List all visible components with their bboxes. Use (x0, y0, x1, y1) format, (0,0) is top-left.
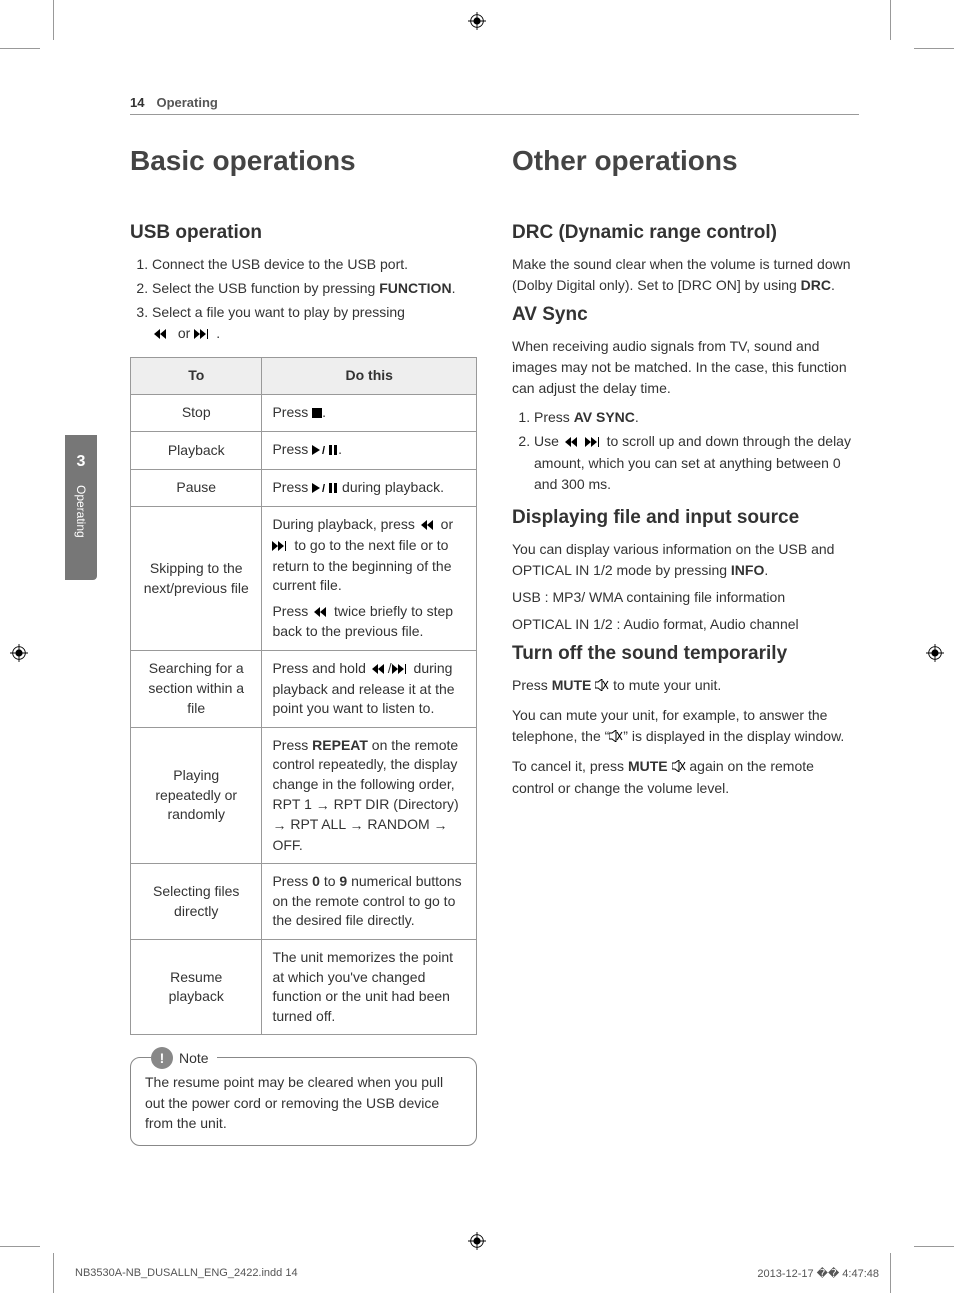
list-item: Press AV SYNC. (534, 407, 859, 428)
table-row: Selecting files directly Press 0 to 9 nu… (131, 864, 477, 940)
list-item: Select a file you want to play by pressi… (152, 302, 477, 345)
skip-forward-icon (392, 660, 410, 680)
table-row: Playback Press /. (131, 432, 477, 470)
table-row: Resume playback The unit memorizes the p… (131, 940, 477, 1035)
heading-drc: DRC (Dynamic range control) (512, 222, 859, 244)
skip-forward-icon (272, 537, 290, 557)
table-row: Searching for a section within a file Pr… (131, 650, 477, 727)
note-box: ! Note The resume point may be cleared w… (130, 1057, 477, 1146)
arrow-right-icon: → (272, 816, 286, 836)
table-row: Playing repeatedly or randomly Press REP… (131, 727, 477, 864)
avsync-steps: Press AV SYNC. Use to scroll up and down… (512, 407, 859, 495)
mute-icon (609, 727, 623, 748)
page-number: 14 (130, 95, 144, 110)
drc-text: Make the sound clear when the volume is … (512, 254, 859, 296)
arrow-right-icon: → (434, 816, 448, 836)
mute-p3: To cancel it, press MUTE again on the re… (512, 756, 859, 799)
note-badge-icon: ! (151, 1047, 173, 1069)
stop-icon (312, 404, 322, 424)
display-source-p1: You can display various information on t… (512, 539, 859, 581)
th-to: To (131, 358, 262, 395)
arrow-right-icon: → (350, 816, 364, 836)
heading-mute: Turn off the sound temporarily (512, 643, 859, 665)
heading-display-source: Displaying file and input source (512, 507, 859, 529)
mute-icon (595, 676, 609, 697)
table-row: Stop Press . (131, 394, 477, 432)
mute-icon (672, 757, 686, 778)
skip-back-icon (152, 324, 174, 345)
th-do: Do this (262, 358, 477, 395)
play-pause-icon: / (312, 441, 338, 461)
table-row: Skipping to the next/previous file Durin… (131, 507, 477, 651)
note-text: The resume point may be cleared when you… (145, 1074, 443, 1131)
avsync-text: When receiving audio signals from TV, so… (512, 336, 859, 399)
arrow-right-icon: → (316, 796, 330, 816)
heading-basic-operations: Basic operations (130, 145, 477, 177)
table-row: Pause Press / during playback. (131, 469, 477, 507)
right-column: Other operations DRC (Dynamic range cont… (512, 145, 859, 1146)
heading-other-operations: Other operations (512, 145, 859, 177)
skip-forward-icon (194, 324, 216, 345)
display-source-p3: OPTICAL IN 1/2 : Audio format, Audio cha… (512, 614, 859, 635)
heading-av-sync: AV Sync (512, 304, 859, 326)
header-section: Operating (156, 95, 217, 110)
skip-back-icon (563, 432, 581, 453)
mute-p2: You can mute your unit, for example, to … (512, 705, 859, 748)
skip-back-icon (419, 516, 437, 536)
footer-date: 2013-12-17 �� 4:47:48 (757, 1267, 879, 1280)
note-title: ! Note (151, 1047, 217, 1069)
usb-steps: Connect the USB device to the USB port. … (130, 254, 477, 345)
list-item: Connect the USB device to the USB port. (152, 254, 477, 275)
footer-file: NB3530A-NB_DUSALLN_ENG_2422.indd 14 (75, 1267, 298, 1280)
list-item: Use to scroll up and down through the de… (534, 431, 859, 495)
display-source-p2: USB : MP3/ WMA containing file informati… (512, 587, 859, 608)
page-footer: NB3530A-NB_DUSALLN_ENG_2422.indd 14 2013… (75, 1267, 879, 1280)
play-pause-icon: / (312, 479, 338, 499)
page-header: 14 Operating (130, 95, 859, 115)
skip-back-icon (370, 660, 388, 680)
heading-usb-operation: USB operation (130, 222, 477, 244)
mute-p1: Press MUTE to mute your unit. (512, 675, 859, 697)
svg-text:/: / (322, 483, 325, 493)
skip-forward-icon (585, 432, 603, 453)
svg-text:/: / (322, 445, 325, 455)
left-column: Basic operations USB operation Connect t… (130, 145, 477, 1146)
list-item: Select the USB function by pressing FUNC… (152, 278, 477, 299)
operations-table: To Do this Stop Press . Playback Press /… (130, 357, 477, 1035)
skip-back-icon (312, 603, 330, 623)
